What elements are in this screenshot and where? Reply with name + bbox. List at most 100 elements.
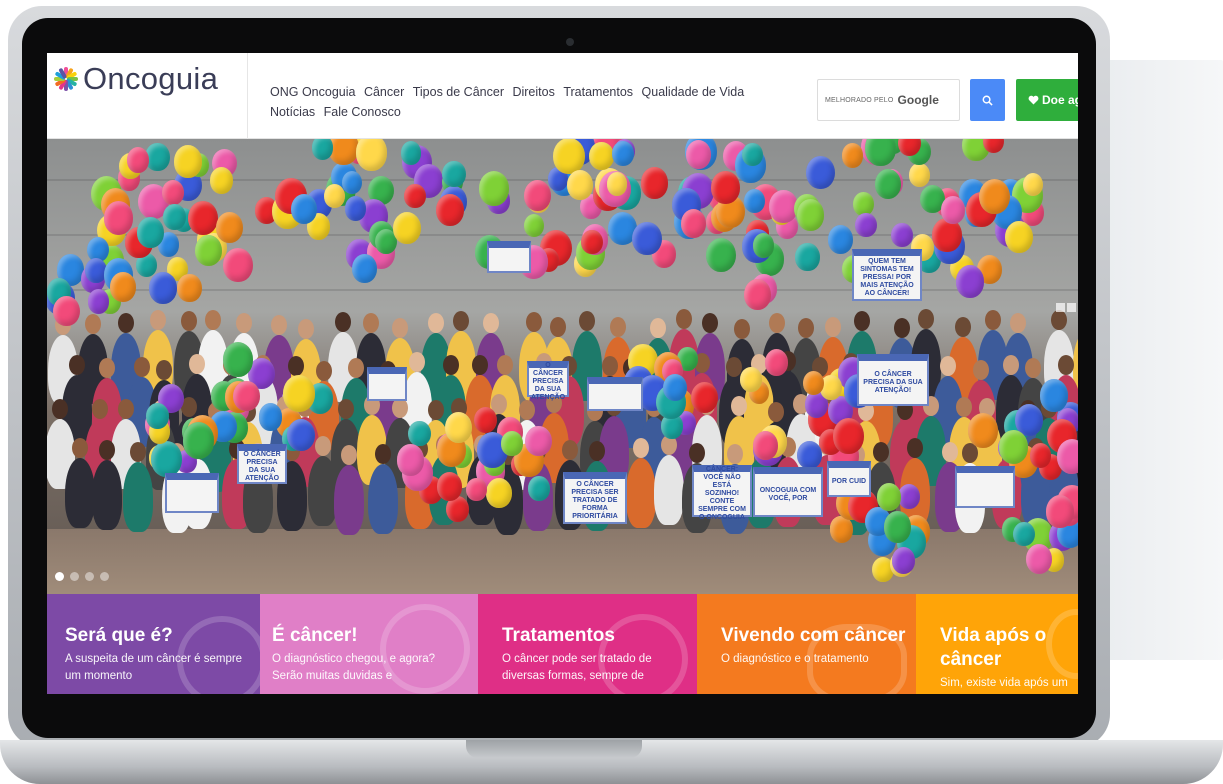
- crowd-person: [347, 358, 364, 379]
- carousel-prev[interactable]: [1056, 303, 1065, 312]
- hero-balloon: [998, 429, 1029, 465]
- hero-balloon: [444, 412, 473, 444]
- hero-balloon: [209, 167, 234, 195]
- hero-balloon: [874, 169, 901, 199]
- hero-balloon: [473, 406, 497, 434]
- hero-balloon: [802, 370, 824, 395]
- hero-balloon: [311, 139, 333, 160]
- tile-e-cancer[interactable]: É câncer! O diagnóstico chegou, e agora?…: [260, 594, 478, 694]
- hero-balloon: [1039, 379, 1068, 412]
- hero-balloon: [126, 147, 150, 173]
- hero-balloon: [891, 547, 915, 574]
- nav-item-qualidade-de-vida[interactable]: Qualidade de Vida: [642, 82, 745, 102]
- hero-balloon: [955, 265, 985, 298]
- hero-sign: O CÂNCER PRECISA SER TRATADO DE FORMA PR…: [563, 472, 627, 524]
- donate-button[interactable]: Doe ag: [1016, 79, 1078, 121]
- crowd-person: [85, 314, 102, 335]
- nav-item-ong-oncoguia[interactable]: ONG Oncoguia: [270, 82, 355, 102]
- hero-balloon: [841, 143, 864, 168]
- nav-item-cancer[interactable]: Câncer: [364, 82, 404, 102]
- hero-balloon: [797, 441, 823, 470]
- crowd-person: [689, 442, 706, 463]
- carousel-next[interactable]: [1067, 303, 1076, 312]
- crowd-person: [65, 458, 96, 529]
- hero-balloon: [528, 476, 550, 501]
- tile-sera-que-e[interactable]: Será que é? A suspeita de um câncer é se…: [47, 594, 260, 694]
- hero-balloon: [216, 211, 244, 243]
- hero-balloon: [177, 274, 202, 303]
- hero-balloon: [607, 172, 628, 196]
- hero-balloon: [222, 342, 254, 378]
- search-icon: [982, 95, 993, 106]
- search-input[interactable]: MELHORADO PELO Google: [817, 79, 960, 121]
- hero-balloon: [897, 483, 920, 509]
- hero-balloon: [566, 170, 593, 200]
- header-divider: [247, 53, 248, 139]
- hero-balloon: [1029, 443, 1052, 469]
- carousel-dot[interactable]: [85, 572, 94, 581]
- hero-balloon: [110, 272, 136, 302]
- crowd-person: [51, 398, 68, 419]
- crowd-person: [334, 312, 351, 333]
- crowd-person: [123, 462, 153, 532]
- hero-balloon: [1045, 495, 1075, 528]
- crowd-person: [984, 309, 1001, 330]
- crowd-person: [726, 443, 743, 464]
- nav-item-direitos[interactable]: Direitos: [512, 82, 554, 102]
- carousel-dot[interactable]: [100, 572, 109, 581]
- hero-sign: [587, 377, 643, 411]
- hero-carousel[interactable]: QUEM TEM SINTOMAS TEM PRESSA! POR MAIS A…: [47, 139, 1078, 594]
- nav-item-noticias[interactable]: Notícias: [270, 102, 315, 122]
- nav-item-tipos-de-cancer[interactable]: Tipos de Câncer: [413, 82, 504, 102]
- hero-balloon: [855, 212, 877, 238]
- hero-balloon: [805, 155, 835, 190]
- hero-balloon: [341, 170, 363, 195]
- hero-sign: POR CUID: [827, 461, 871, 497]
- carousel-dot[interactable]: [70, 572, 79, 581]
- hero-balloon: [524, 425, 552, 457]
- hero-balloon: [466, 477, 487, 502]
- hero-balloon: [581, 229, 603, 255]
- hero-balloon: [1013, 521, 1035, 547]
- nav-item-tratamentos[interactable]: Tratamentos: [563, 82, 633, 102]
- crowd-person: [117, 398, 134, 419]
- hero-balloon: [883, 511, 912, 543]
- search-button[interactable]: [970, 79, 1005, 121]
- hero-balloon: [162, 180, 184, 206]
- hero-balloon: [865, 139, 897, 166]
- hero-balloon: [553, 139, 585, 174]
- crowd-person: [872, 442, 889, 463]
- crowd-person: [181, 310, 198, 331]
- site-logo[interactable]: Oncoguia: [53, 61, 218, 97]
- hero-balloon: [523, 179, 551, 211]
- laptop-base: [0, 740, 1223, 784]
- crowd-person: [730, 395, 747, 416]
- hero-balloon: [940, 195, 966, 224]
- carousel-dot[interactable]: [55, 572, 64, 581]
- nav-item-fale-conosco[interactable]: Fale Conosco: [324, 102, 401, 122]
- hero-balloon: [796, 199, 825, 231]
- crowd-person: [443, 354, 460, 375]
- crowd-person: [68, 355, 85, 376]
- crowd-person: [428, 313, 445, 334]
- crowd-person: [496, 354, 513, 375]
- crowd-person: [675, 309, 692, 330]
- hero-balloon: [436, 194, 464, 227]
- hero-sign: QUEM TEM SINTOMAS TEM PRESSA! POR MAIS A…: [852, 249, 922, 301]
- hero-sign: O CÂNCER PRECISA DA SUA ATENÇÃO: [527, 361, 569, 401]
- tile-vivendo-com-cancer[interactable]: Vivendo com câncer O diagnóstico e o tra…: [697, 594, 916, 694]
- site-header: Oncoguia ONG Oncoguia Câncer Tipos de Câ…: [47, 53, 1078, 139]
- crowd-person: [824, 316, 841, 337]
- hero-balloon: [967, 413, 998, 449]
- hero-balloon: [404, 183, 426, 209]
- laptop-notch: [466, 740, 642, 758]
- tile-vida-apos-o-cancer[interactable]: Vida após o câncer Sim, existe vida após…: [916, 594, 1078, 694]
- tile-tratamentos[interactable]: Tratamentos O câncer pode ser tratado de…: [478, 594, 697, 694]
- hero-balloon: [233, 380, 260, 412]
- hero-balloon: [401, 141, 422, 165]
- crowd-person: [1057, 354, 1074, 375]
- heart-icon: [1028, 95, 1039, 105]
- camera-icon: [566, 38, 574, 46]
- crowd-person: [550, 317, 567, 338]
- hero-balloon: [612, 140, 634, 166]
